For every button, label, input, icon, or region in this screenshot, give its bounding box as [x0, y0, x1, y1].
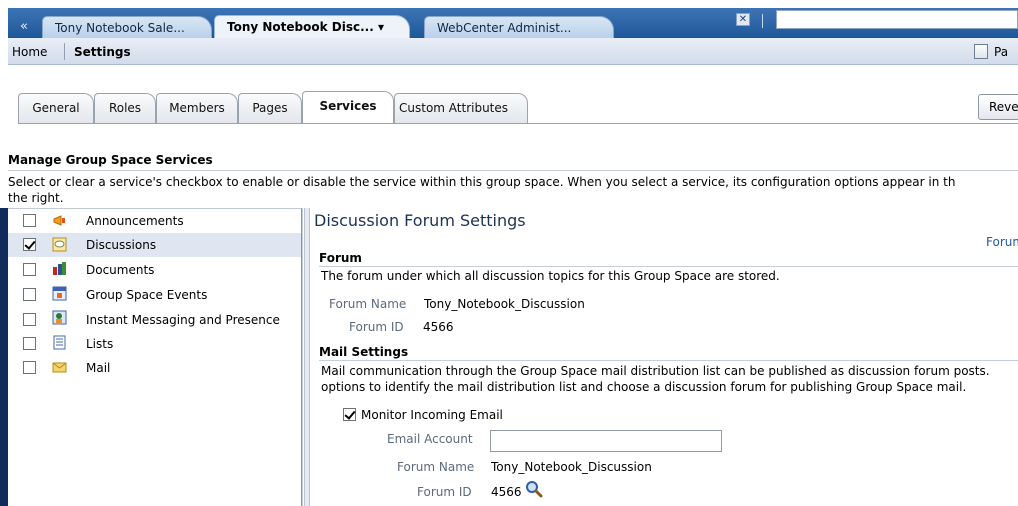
tab-general[interactable]: General: [18, 93, 94, 123]
page-title: Settings: [74, 45, 131, 59]
tab-pages[interactable]: Pages: [238, 93, 302, 123]
mail-checkbox[interactable]: [23, 361, 36, 374]
tab-tony-notebook-discussion[interactable]: Tony Notebook Disc... ▾: [214, 15, 410, 39]
service-lists[interactable]: Lists: [86, 337, 113, 351]
mail-settings-heading: Mail Settings: [319, 345, 409, 359]
home-link[interactable]: Home: [12, 45, 47, 59]
tabs-underline: [18, 123, 1018, 124]
documents-icon: [52, 261, 67, 276]
service-documents[interactable]: Documents: [86, 263, 154, 277]
forum-heading: Forum: [319, 251, 362, 265]
monitor-incoming-email-checkbox[interactable]: [343, 408, 356, 421]
tab-label: WebCenter Administ...: [437, 21, 572, 35]
forum-name-label: Forum Name: [329, 297, 407, 311]
monitor-incoming-email-label: Monitor Incoming Email: [361, 408, 503, 422]
forum-id-label: Forum ID: [349, 320, 404, 334]
manage-services-description-2: the right.: [8, 191, 64, 205]
mail-forum-name-value: Tony_Notebook_Discussion: [491, 460, 652, 474]
scroll-divider[interactable]: [304, 208, 310, 506]
service-discussions[interactable]: Discussions: [86, 238, 156, 252]
left-edge: [0, 208, 8, 506]
email-account-label: Email Account: [387, 432, 473, 446]
service-instant-messaging[interactable]: Instant Messaging and Presence: [86, 313, 280, 327]
documents-checkbox[interactable]: [23, 263, 36, 276]
tab-members[interactable]: Members: [156, 93, 238, 123]
service-mail[interactable]: Mail: [86, 361, 110, 375]
collapse-tabs-button[interactable]: «: [20, 19, 28, 34]
group-space-events-checkbox[interactable]: [23, 288, 36, 301]
megaphone-icon: [52, 213, 67, 228]
mail-divider: [319, 360, 1018, 361]
mail-description-line1: Mail communication through the Group Spa…: [321, 364, 990, 378]
revert-button-label: Reve: [989, 100, 1018, 114]
forum-administration-link[interactable]: Forum A: [986, 235, 1018, 249]
forum-description: The forum under which all discussion top…: [321, 269, 780, 283]
mail-forum-id-label: Forum ID: [417, 485, 472, 499]
instant-messaging-icon: [52, 310, 67, 325]
divider: [762, 14, 763, 28]
breadcrumb: [8, 38, 1018, 65]
tab-label: Tony Notebook Disc... ▾: [227, 20, 384, 34]
manage-services-description: Select or clear a service's checkbox to …: [8, 175, 956, 189]
email-account-input[interactable]: [490, 430, 722, 452]
service-announcements[interactable]: Announcements: [86, 214, 184, 228]
manage-services-divider: [8, 170, 1018, 171]
service-group-space-events[interactable]: Group Space Events: [86, 288, 207, 302]
tab-webcenter-administration[interactable]: WebCenter Administ...: [424, 16, 614, 38]
forum-id-value: 4566: [423, 320, 454, 334]
tab-custom-attributes[interactable]: Custom Attributes: [394, 93, 528, 123]
page-icon[interactable]: [974, 44, 988, 59]
calendar-icon: [52, 286, 67, 301]
tab-label: Tony Notebook Sale...: [55, 21, 185, 35]
page-link[interactable]: Pa: [994, 45, 1008, 59]
discussions-checkbox[interactable]: [23, 238, 36, 251]
discussions-icon: [52, 237, 67, 252]
forum-name-value: Tony_Notebook_Discussion: [424, 297, 585, 311]
instant-messaging-checkbox[interactable]: [23, 313, 36, 326]
divider: [64, 43, 65, 60]
mail-forum-name-label: Forum Name: [397, 460, 475, 474]
tab-tony-notebook-sales[interactable]: Tony Notebook Sale...: [42, 16, 212, 38]
discussion-forum-settings-title: Discussion Forum Settings: [314, 211, 526, 230]
announcements-checkbox[interactable]: [23, 214, 36, 227]
revert-button[interactable]: Reve: [978, 94, 1018, 120]
mail-icon: [52, 360, 67, 375]
tab-services[interactable]: Services: [302, 91, 394, 123]
search-input[interactable]: [776, 10, 1018, 29]
tab-roles[interactable]: Roles: [94, 93, 156, 123]
manage-services-heading: Manage Group Space Services: [8, 153, 213, 167]
lists-checkbox[interactable]: [23, 337, 36, 350]
forum-divider: [319, 266, 1018, 267]
lists-icon: [52, 335, 67, 350]
close-tab-icon[interactable]: ✕: [736, 13, 750, 26]
mail-description-line2: options to identify the mail distributio…: [321, 380, 967, 394]
search-forum-icon[interactable]: [525, 480, 543, 498]
mail-forum-id-value: 4566: [491, 485, 522, 499]
